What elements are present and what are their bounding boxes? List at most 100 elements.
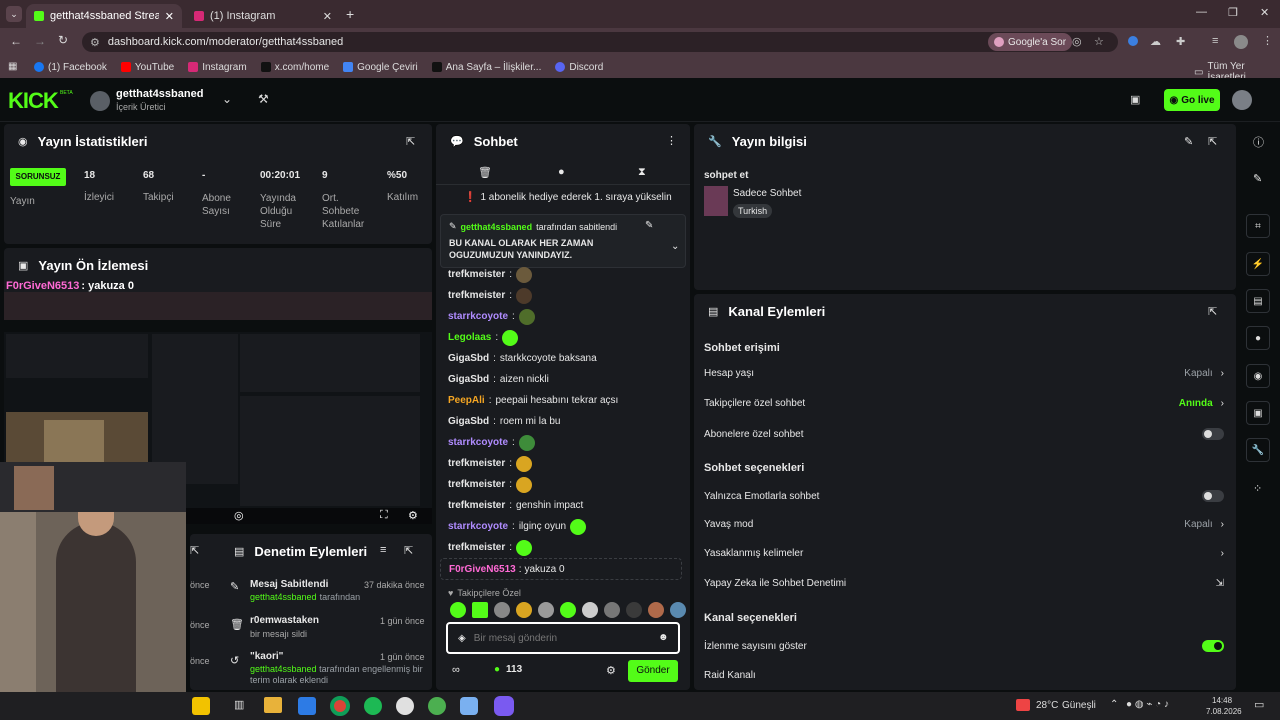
bookmark-relations[interactable]: Ana Sayfa – İlişkiler... <box>431 62 541 73</box>
wrench-icon[interactable]: 🔧 <box>1246 438 1270 462</box>
clip-icon[interactable]: ◎ <box>234 509 244 522</box>
chrome-icon[interactable] <box>330 696 350 716</box>
pinned-message[interactable]: ✎ getthat4ssbaned tarafından sabitlendi … <box>440 214 686 268</box>
kick-logo[interactable]: KICK <box>8 88 59 114</box>
site-info-icon[interactable]: ⚙ <box>90 36 100 49</box>
emotes-only-toggle[interactable] <box>1202 490 1224 502</box>
discord-icon[interactable] <box>494 696 514 716</box>
tab-instagram[interactable]: (1) Instagram ✕ <box>186 4 340 28</box>
settings-gear-icon[interactable]: ⚙ <box>606 664 616 677</box>
emote-icon[interactable] <box>538 602 554 618</box>
chat-username[interactable]: starrkcoyote <box>448 437 508 448</box>
bookmark-facebook[interactable]: (1) Facebook <box>34 62 107 73</box>
chat-username[interactable]: trefkmeister <box>448 500 505 511</box>
emote-icon[interactable] <box>670 602 686 618</box>
chat-username[interactable]: trefkmeister <box>448 542 505 553</box>
clock-time[interactable]: 14:48 <box>1212 696 1232 705</box>
fullscreen-icon[interactable]: ⛶ <box>380 509 388 522</box>
chevron-down-icon[interactable]: ⌄ <box>671 241 679 252</box>
banned-words-row[interactable]: Yasaklanmış kelimeler › <box>704 548 1224 559</box>
chat-input[interactable]: ◈ Bir mesaj gönderin ☻ <box>446 622 680 654</box>
chat-username[interactable]: trefkmeister <box>448 269 505 280</box>
emote-icon[interactable] <box>494 602 510 618</box>
chat-bubble-icon[interactable]: ● <box>558 166 565 178</box>
bookmark-instagram[interactable]: Instagram <box>188 62 247 73</box>
app-icon[interactable] <box>428 697 446 715</box>
photos-icon[interactable] <box>298 697 316 715</box>
lightning-icon[interactable]: ⚡ <box>1246 252 1270 276</box>
new-tab-icon[interactable]: + <box>346 6 354 22</box>
tray-icons[interactable]: ● ◍ ⌁ ◔ ♪ <box>1126 699 1169 710</box>
channel-points[interactable]: ● 113 <box>494 664 522 675</box>
emote-icon[interactable] <box>604 602 620 618</box>
chat-username[interactable]: starrkcoyote <box>448 311 508 322</box>
task-view-icon[interactable]: ▥ <box>234 698 244 711</box>
chat-username[interactable]: GigaSbd <box>448 353 489 364</box>
slow-mode-row[interactable]: Yavaş mod Kapalı › <box>704 519 1224 530</box>
forward-icon[interactable]: → <box>34 34 46 48</box>
chat-username[interactable]: trefkmeister <box>448 479 505 490</box>
edit-icon[interactable]: ✎ <box>1184 135 1193 148</box>
emote-icon[interactable] <box>560 602 576 618</box>
kebab-menu-icon[interactable]: ⋮ <box>1262 34 1273 47</box>
bookmark-youtube[interactable]: YouTube <box>120 62 174 73</box>
user-avatar[interactable] <box>1232 90 1252 110</box>
ai-moderation-row[interactable]: Yapay Zeka ile Sohbet Denetimi ⇲ <box>704 578 1224 589</box>
apps-grid-icon[interactable]: ▦ <box>8 61 17 72</box>
category-name[interactable]: Sadece Sohbet <box>733 188 801 199</box>
chat-username[interactable]: GigaSbd <box>448 374 489 385</box>
layers-icon[interactable]: ▣ <box>1246 401 1270 425</box>
chat-username[interactable]: Legolaas <box>448 332 491 343</box>
send-button[interactable]: Gönder <box>628 660 678 682</box>
camera-icon[interactable]: ▣ <box>1130 93 1140 106</box>
url-input[interactable]: ⚙ dashboard.kick.com/moderator/getthat4s… <box>82 32 1118 52</box>
chevron-down-icon[interactable]: ⌄ <box>222 92 232 106</box>
close-icon[interactable]: ✕ <box>165 10 174 23</box>
close-icon[interactable]: ✕ <box>323 10 332 23</box>
category-thumbnail[interactable] <box>704 186 728 216</box>
profile-avatar[interactable] <box>1234 35 1248 49</box>
broadcast-icon[interactable]: ◉ <box>1246 364 1270 388</box>
subs-chat-toggle[interactable] <box>1202 428 1224 440</box>
eye-off-icon[interactable]: ◎ <box>1072 35 1082 48</box>
edit-icon[interactable]: ✎ <box>1253 172 1262 185</box>
go-live-button[interactable]: ◉ Go live <box>1164 89 1220 111</box>
tab-search-icon[interactable]: ⌄ <box>6 6 22 22</box>
menu-list-icon[interactable]: ≡ <box>1212 35 1218 47</box>
emoji-icon[interactable]: ☻ <box>658 632 669 643</box>
file-explorer-icon[interactable] <box>264 697 282 713</box>
info-icon[interactable]: ⓘ <box>1253 134 1264 150</box>
emote-icon[interactable] <box>582 602 598 618</box>
google-ask-button[interactable]: Google'a Sor <box>988 33 1073 51</box>
window-close-icon[interactable]: ✕ <box>1260 6 1269 19</box>
star-icon[interactable]: ☆ <box>1094 35 1104 48</box>
bookmark-translate[interactable]: Google Çeviri <box>343 62 418 73</box>
notification-icon[interactable]: ▭ <box>1254 698 1264 711</box>
emote-icon[interactable] <box>648 602 664 618</box>
minimize-icon[interactable]: — <box>1196 6 1207 18</box>
popout-icon[interactable]: ⇱ <box>1208 135 1217 148</box>
chat-username[interactable]: trefkmeister <box>448 458 505 469</box>
highlighted-message[interactable]: F0rGiveN6513: yakuza 0 <box>440 558 682 580</box>
weather-icon[interactable] <box>1016 699 1030 711</box>
show-views-toggle[interactable] <box>1202 640 1224 652</box>
chat-username[interactable]: trefkmeister <box>448 290 505 301</box>
reload-icon[interactable]: ↻ <box>58 33 68 47</box>
chat-username[interactable]: GigaSbd <box>448 416 489 427</box>
emote-icon[interactable] <box>626 602 642 618</box>
document-icon[interactable]: ▤ <box>1246 289 1270 313</box>
popout-icon[interactable]: ⇱ <box>190 544 199 557</box>
popout-icon[interactable]: ⇱ <box>406 135 415 148</box>
app-icon[interactable] <box>396 697 414 715</box>
widgets-icon[interactable] <box>192 697 210 715</box>
emote-icon[interactable] <box>516 602 532 618</box>
extension-icon[interactable] <box>1128 36 1138 46</box>
back-icon[interactable]: ← <box>10 34 22 48</box>
app-icon[interactable] <box>460 697 478 715</box>
hammer-icon[interactable]: ⚒ <box>258 92 269 106</box>
tab-kick[interactable]: getthat4ssbaned Stream - Kick ✕ <box>26 4 182 28</box>
spotify-icon[interactable] <box>364 697 382 715</box>
filter-icon[interactable]: ≡ <box>380 544 386 556</box>
unpin-icon[interactable]: ✎ <box>645 220 653 231</box>
chat-bubble-icon[interactable]: ● <box>1246 326 1270 350</box>
